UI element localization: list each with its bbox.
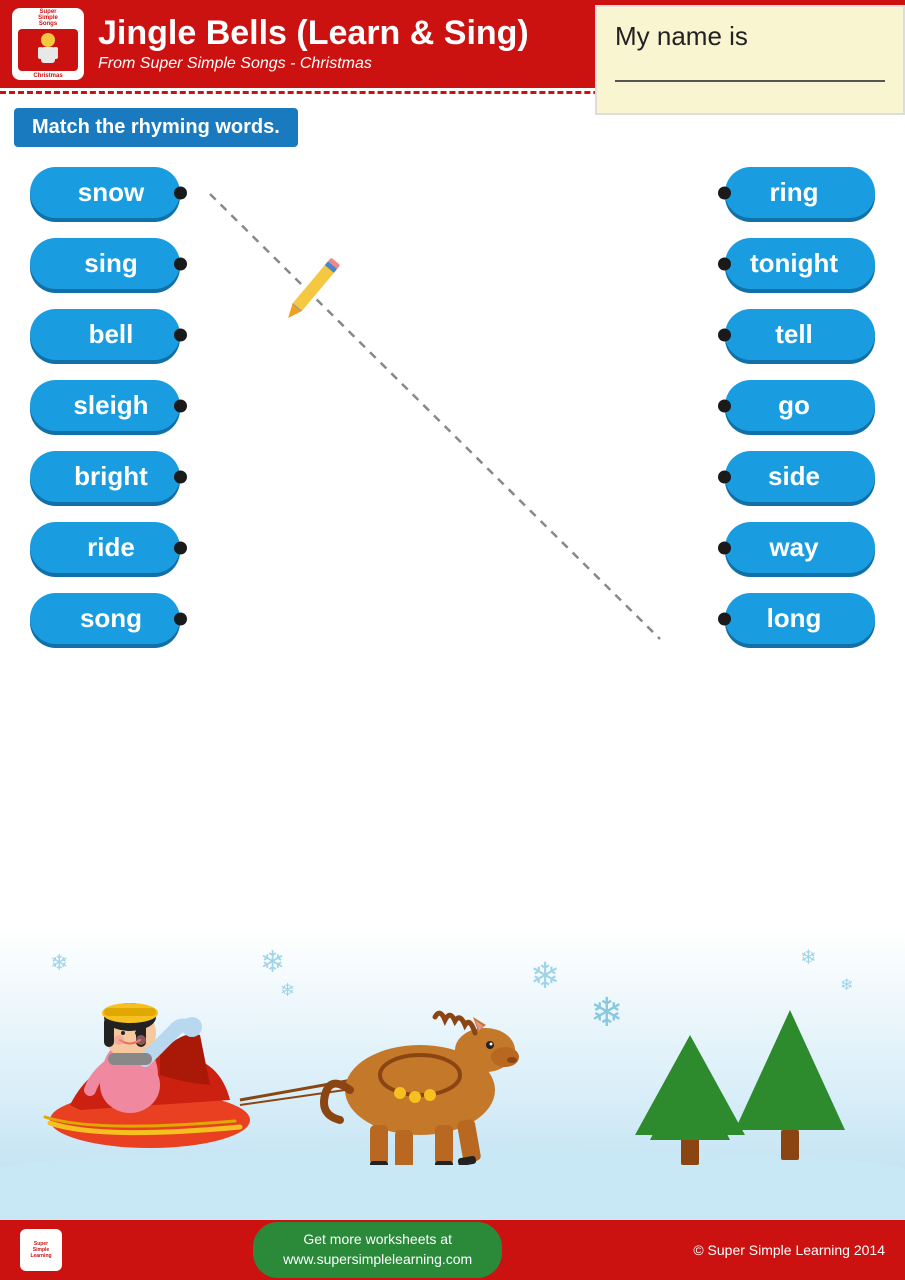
word-pill-ring: ring	[725, 167, 875, 218]
word-pill-way: way	[725, 522, 875, 573]
dot-tonight	[718, 257, 731, 270]
word-pill-sing: sing	[30, 238, 180, 289]
illustration: ❄ ❄ ❄ ❄ ❄ ❄ ❄	[0, 930, 905, 1220]
right-column: ring tonight tell go side way long	[725, 167, 875, 644]
word-pill-ride: ride	[30, 522, 180, 573]
word-pill-tonight: tonight	[725, 238, 875, 289]
footer-copyright: © Super Simple Learning 2014	[693, 1242, 885, 1258]
word-pill-song: song	[30, 593, 180, 644]
instruction-bar: Match the rhyming words.	[14, 108, 298, 147]
dot-way	[718, 541, 731, 554]
dot-bright	[174, 470, 187, 483]
instruction-text: Match the rhyming words.	[32, 116, 280, 138]
word-pill-bell: bell	[30, 309, 180, 360]
dot-ride	[174, 541, 187, 554]
footer-center: Get more worksheets at www.supersimplele…	[253, 1222, 502, 1277]
word-pill-sleigh: sleigh	[30, 380, 180, 431]
snowflake-7: ❄	[840, 975, 853, 995]
snowflake-5: ❄	[590, 990, 624, 1036]
dot-go	[718, 399, 731, 412]
dot-song	[174, 612, 187, 625]
dot-long	[718, 612, 731, 625]
dot-ring	[718, 186, 731, 199]
dot-side	[718, 470, 731, 483]
pencil-icon	[284, 258, 341, 322]
footer-logo: SuperSimpleLearning	[20, 1229, 62, 1271]
name-line	[615, 80, 885, 82]
name-label: My name is	[615, 21, 885, 52]
name-box: My name is	[595, 5, 905, 115]
word-pill-go: go	[725, 380, 875, 431]
dot-tell	[718, 328, 731, 341]
left-column: snow sing bell sleigh bright ride song	[30, 167, 180, 644]
dot-sleigh	[174, 399, 187, 412]
word-pill-tell: tell	[725, 309, 875, 360]
dot-sing	[174, 257, 187, 270]
dot-snow	[174, 186, 187, 199]
word-pill-snow: snow	[30, 167, 180, 218]
footer: SuperSimpleLearning Get more worksheets …	[0, 1220, 905, 1280]
dot-bell	[174, 328, 187, 341]
footer-center-text: Get more worksheets at www.supersimplele…	[283, 1230, 472, 1269]
snowflake-6: ❄	[800, 945, 817, 970]
word-pill-long: long	[725, 593, 875, 644]
tree-2	[735, 1010, 845, 1160]
word-pill-bright: bright	[30, 451, 180, 502]
tree-1	[635, 1035, 745, 1165]
content-area: snow sing bell sleigh bright ride song	[0, 147, 905, 957]
footer-logo-box: SuperSimpleLearning	[20, 1229, 62, 1271]
logo: SuperSimpleSongs Christmas	[12, 8, 84, 80]
horse-sleigh-illustration	[20, 945, 580, 1165]
word-pill-side: side	[725, 451, 875, 502]
snow-go-line	[210, 194, 660, 639]
